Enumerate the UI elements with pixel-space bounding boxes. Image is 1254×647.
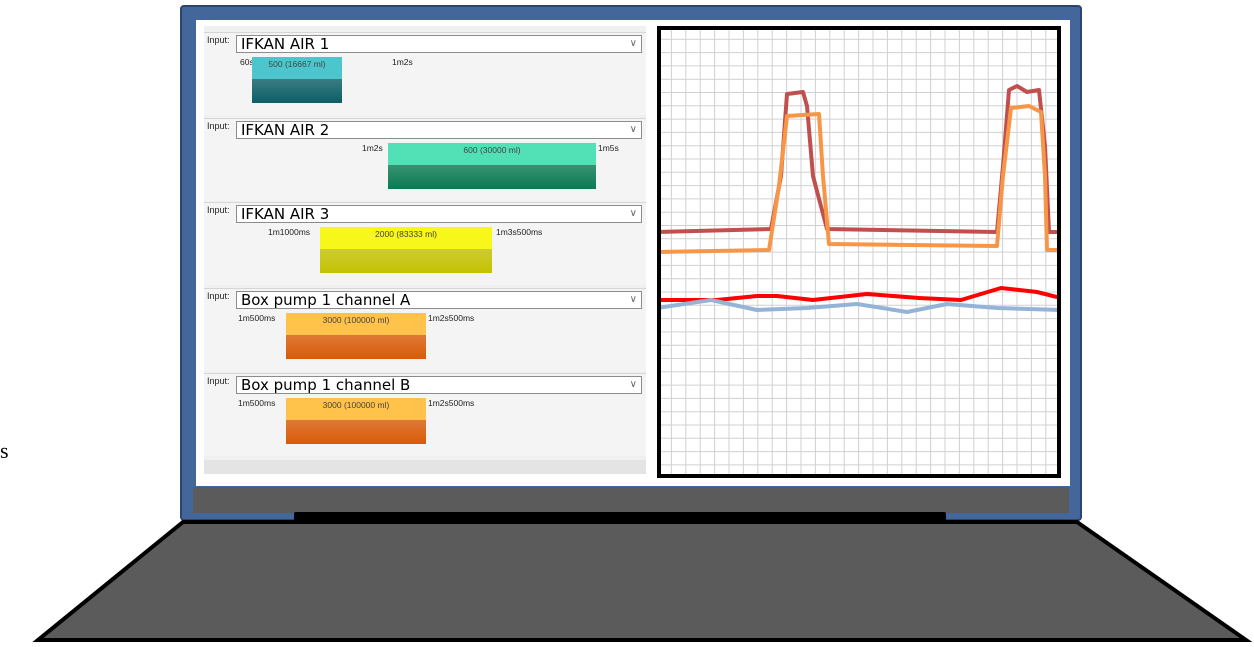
end-time-label: 1m3s500ms (496, 227, 543, 237)
dose-volume-label: 3000 (100000 ml) (322, 400, 390, 410)
dose-bar-bottom (320, 249, 492, 273)
start-time-label: 1m2s (362, 143, 383, 153)
chevron-down-icon[interactable]: ∨ (630, 292, 637, 308)
input-select-value: IFKAN AIR 1 (241, 35, 330, 53)
end-time-label: 1m2s500ms (428, 398, 475, 408)
input-label: Input: (207, 376, 230, 386)
dose-volume-label: 600 (30000 ml) (463, 145, 521, 155)
end-time-label: 1m5s (598, 143, 619, 153)
input-row: Input: Box pump 1 channel A ∨ 1m500ms 3000 (… (204, 288, 646, 371)
laptop-hinge (294, 512, 946, 523)
panel-footer (204, 460, 646, 474)
laptop-base (32, 520, 1253, 642)
input-select-value: Box pump 1 channel B (241, 376, 411, 394)
chevron-down-icon[interactable]: ∨ (630, 122, 637, 138)
input-row: Input: Box pump 1 channel B ∨ 1m500ms 3000 (… (204, 373, 646, 456)
input-select[interactable]: IFKAN AIR 1 ∨ (236, 35, 642, 53)
end-time-label: 1m2s500ms (428, 313, 475, 323)
input-select[interactable]: Box pump 1 channel B ∨ (236, 376, 642, 394)
dose-volume-label: 500 (16667 ml) (268, 59, 326, 69)
dose-bar[interactable]: 500 (16667 ml) (252, 57, 342, 103)
input-select[interactable]: Box pump 1 channel A ∨ (236, 291, 642, 309)
dose-bar[interactable]: 3000 (100000 ml) (286, 398, 426, 444)
dose-bar-bottom (388, 165, 596, 189)
input-select-value: IFKAN AIR 3 (241, 205, 330, 223)
input-select-value: Box pump 1 channel A (241, 291, 411, 309)
input-panel: Input: IFKAN AIR 1 ∨ 60s 500 (16667 ml) 1m2s I… (204, 26, 646, 474)
dose-bar-bottom (286, 335, 426, 359)
dose-bar[interactable]: 2000 (83333 ml) (320, 227, 492, 273)
dose-bar-bottom (252, 79, 342, 103)
start-time-label: 1m500ms (238, 313, 276, 323)
input-row: Input: IFKAN AIR 3 ∨ 1m1000ms 2000 (83333 ml… (204, 202, 646, 285)
input-row: Input: IFKAN AIR 1 ∨ 60s 500 (16667 ml) 1m2s (204, 32, 646, 115)
signal-graph (657, 26, 1061, 478)
laptop-chin (193, 487, 1069, 513)
input-select[interactable]: IFKAN AIR 3 ∨ (236, 205, 642, 223)
dose-bar-bottom (286, 420, 426, 444)
start-time-label: 1m1000ms (268, 227, 311, 237)
input-label: Input: (207, 35, 230, 45)
dose-bar[interactable]: 600 (30000 ml) (388, 143, 596, 189)
input-label: Input: (207, 205, 230, 215)
end-time-label: 1m2s (392, 57, 413, 67)
stray-text: s (0, 438, 9, 463)
input-label: Input: (207, 291, 230, 301)
dose-volume-label: 3000 (100000 ml) (322, 315, 390, 325)
dose-volume-label: 2000 (83333 ml) (375, 229, 437, 239)
chevron-down-icon[interactable]: ∨ (630, 377, 637, 393)
chevron-down-icon[interactable]: ∨ (630, 36, 637, 52)
input-label: Input: (207, 121, 230, 131)
input-row: Input: IFKAN AIR 2 ∨ 1m2s 600 (30000 ml) 1m5s (204, 118, 646, 201)
dose-bar[interactable]: 3000 (100000 ml) (286, 313, 426, 359)
input-select[interactable]: IFKAN AIR 2 ∨ (236, 121, 642, 139)
input-select-value: IFKAN AIR 2 (241, 121, 330, 139)
chevron-down-icon[interactable]: ∨ (630, 206, 637, 222)
start-time-label: 1m500ms (238, 398, 276, 408)
